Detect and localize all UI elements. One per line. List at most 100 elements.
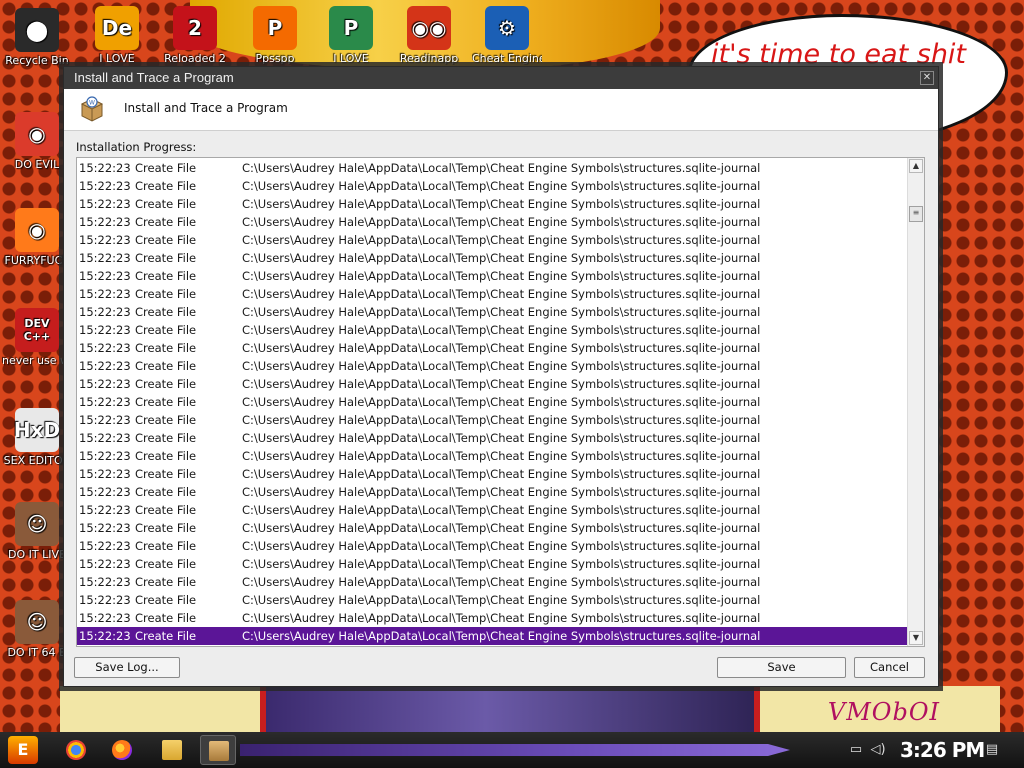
start-button[interactable]: E xyxy=(8,736,38,764)
log-row[interactable]: 15:22:23 Create File C:\Users\Audrey Hale\… xyxy=(77,285,909,303)
close-icon[interactable]: ✕ xyxy=(920,71,934,85)
log-action: Create File xyxy=(135,359,197,373)
log-row[interactable]: 15:22:23 Create File C:\Users\Audrey Hale\… xyxy=(77,357,909,375)
log-time: 15:22:23 xyxy=(79,467,131,481)
log-time: 15:22:23 xyxy=(79,485,131,499)
log-path: C:\Users\Audrey Hale\AppData\Local\Temp\… xyxy=(242,179,761,193)
log-row[interactable]: 15:22:23 Create File C:\Users\Audrey Hale\… xyxy=(77,249,909,267)
log-row[interactable]: 15:22:23 Create File C:\Users\Audrey Hale\… xyxy=(77,231,909,249)
desktop-icon[interactable]: ☺ DO IT LIVE xyxy=(2,502,72,561)
log-time: 15:22:23 xyxy=(79,593,131,607)
log-row[interactable]: 15:22:23 Create File C:\Users\Audrey Hale\… xyxy=(77,429,909,447)
app-icon: De xyxy=(95,6,139,50)
app-icon: HxD xyxy=(14,408,60,452)
log-path: C:\Users\Audrey Hale\AppData\Local\Temp\… xyxy=(242,503,761,517)
log-row[interactable]: 15:22:23 Create File C:\Users\Audrey Hale\… xyxy=(77,501,909,519)
desktop-icon[interactable]: De I LOVE xyxy=(82,6,152,65)
desktop-icon[interactable]: ⚙ Cheat Engine xyxy=(472,6,542,65)
app-icon: ☺ xyxy=(15,502,59,546)
installation-log-list[interactable]: 15:22:23 Create File C:\Users\Audrey Hale\… xyxy=(76,157,925,647)
desktop-icon[interactable]: ☺ DO IT 64 B xyxy=(2,600,72,659)
log-row[interactable]: 15:22:23 Create File C:\Users\Audrey Hale\… xyxy=(77,465,909,483)
log-path: C:\Users\Audrey Hale\AppData\Local\Temp\… xyxy=(242,377,761,391)
log-row[interactable]: 15:22:23 Create File C:\Users\Audrey Hale\… xyxy=(77,483,909,501)
log-time: 15:22:23 xyxy=(79,233,131,247)
log-path: C:\Users\Audrey Hale\AppData\Local\Temp\… xyxy=(242,593,761,607)
desktop-icon[interactable]: HxD SEX EDITOR xyxy=(2,408,72,467)
log-action: Create File xyxy=(135,341,197,355)
log-row[interactable]: 15:22:23 Create File C:\Users\Audrey Hale\… xyxy=(77,303,909,321)
log-action: Create File xyxy=(135,503,197,517)
log-row[interactable]: 15:22:23 Create File C:\Users\Audrey Hale\… xyxy=(77,573,909,591)
desktop-icon[interactable]: DEV C++ never use why is it ... xyxy=(2,308,72,367)
taskbar-chrome[interactable] xyxy=(58,735,94,765)
volume-icon[interactable]: ◁) xyxy=(870,742,886,758)
log-path: C:\Users\Audrey Hale\AppData\Local\Temp\… xyxy=(242,359,761,373)
scroll-thumb[interactable]: ≡ xyxy=(909,206,923,222)
taskbar-install-trace[interactable] xyxy=(200,735,236,765)
log-scrollbar[interactable]: ▲ ≡ ▼ xyxy=(907,158,924,646)
log-row[interactable]: 15:22:23 Create File C:\Users\Audrey Hale\… xyxy=(77,321,909,339)
taskbar-explorer[interactable] xyxy=(154,735,190,765)
log-action: Create File xyxy=(135,593,197,607)
network-icon[interactable]: ▭ xyxy=(848,742,864,758)
log-path: C:\Users\Audrey Hale\AppData\Local\Temp\… xyxy=(242,395,761,409)
log-row[interactable]: 15:22:23 Create File C:\Users\Audrey Hale\… xyxy=(77,177,909,195)
svg-text:W: W xyxy=(89,100,95,107)
scroll-down-icon[interactable]: ▼ xyxy=(909,631,923,645)
log-path: C:\Users\Audrey Hale\AppData\Local\Temp\… xyxy=(242,521,761,535)
log-path: C:\Users\Audrey Hale\AppData\Local\Temp\… xyxy=(242,557,761,571)
log-row[interactable]: 15:22:23 Create File C:\Users\Audrey Hale\… xyxy=(77,627,909,645)
desktop-icon-label: Reloaded 2 xyxy=(164,52,226,65)
log-action: Create File xyxy=(135,197,197,211)
log-row[interactable]: 15:22:23 Create File C:\Users\Audrey Hale\… xyxy=(77,393,909,411)
app-icon: ◉ xyxy=(15,112,59,156)
log-row[interactable]: 15:22:23 Create File C:\Users\Audrey Hale\… xyxy=(77,609,909,627)
dialog-titlebar[interactable]: Install and Trace a Program ✕ xyxy=(64,67,938,89)
log-time: 15:22:23 xyxy=(79,413,131,427)
log-row[interactable]: 15:22:23 Create File C:\Users\Audrey Hale\… xyxy=(77,447,909,465)
save-log-button[interactable]: Save Log... xyxy=(74,657,180,678)
log-row[interactable]: 15:22:23 Create File C:\Users\Audrey Hale\… xyxy=(77,411,909,429)
log-path: C:\Users\Audrey Hale\AppData\Local\Temp\… xyxy=(242,629,761,643)
log-time: 15:22:23 xyxy=(79,359,131,373)
taskbar-clock[interactable]: 3:26 PM xyxy=(900,738,985,762)
log-row[interactable]: 15:22:23 Create File C:\Users\Audrey Hale\… xyxy=(77,339,909,357)
app-icon: ⚙ xyxy=(485,6,529,50)
desktop-icon-label: FURRYFUCK xyxy=(4,254,70,267)
log-path: C:\Users\Audrey Hale\AppData\Local\Temp\… xyxy=(242,287,761,301)
desktop-icon[interactable]: ◉ FURRYFUCK xyxy=(2,208,72,267)
log-row[interactable]: 15:22:23 Create File C:\Users\Audrey Hale\… xyxy=(77,159,909,177)
log-row[interactable]: 15:22:23 Create File C:\Users\Audrey Hale\… xyxy=(77,267,909,285)
desktop-icon[interactable]: 2 Reloaded 2 xyxy=(160,6,230,65)
log-row[interactable]: 15:22:23 Create File C:\Users\Audrey Hale\… xyxy=(77,591,909,609)
taskbar-firefox[interactable] xyxy=(104,735,140,765)
chrome-icon xyxy=(66,740,86,760)
log-time: 15:22:23 xyxy=(79,503,131,517)
dialog-title: Install and Trace a Program xyxy=(74,70,234,85)
log-time: 15:22:23 xyxy=(79,395,131,409)
log-row[interactable]: 15:22:23 Create File C:\Users\Audrey Hale\… xyxy=(77,537,909,555)
save-button[interactable]: Save xyxy=(717,657,846,678)
log-action: Create File xyxy=(135,233,197,247)
log-row[interactable]: 15:22:23 Create File C:\Users\Audrey Hale\… xyxy=(77,555,909,573)
taskbar: E ▭ ◁) 3:26 PM ▤ xyxy=(0,732,1024,768)
log-row[interactable]: 15:22:23 Create File C:\Users\Audrey Hale\… xyxy=(77,213,909,231)
log-time: 15:22:23 xyxy=(79,557,131,571)
taskbar-decor xyxy=(240,744,790,756)
log-action: Create File xyxy=(135,395,197,409)
log-row[interactable]: 15:22:23 Create File C:\Users\Audrey Hale\… xyxy=(77,375,909,393)
desktop-icon[interactable]: ◉ DO EVIL xyxy=(2,112,72,171)
log-row[interactable]: 15:22:23 Create File C:\Users\Audrey Hale\… xyxy=(77,519,909,537)
log-row[interactable]: 15:22:23 Create File C:\Users\Audrey Hale\… xyxy=(77,195,909,213)
install-trace-dialog: Install and Trace a Program ✕ W Install … xyxy=(63,66,939,687)
desktop-icon[interactable]: ⬤ Recycle Bin xyxy=(2,8,72,67)
log-path: C:\Users\Audrey Hale\AppData\Local\Temp\… xyxy=(242,413,761,427)
notification-icon[interactable]: ▤ xyxy=(984,742,1000,758)
log-path: C:\Users\Audrey Hale\AppData\Local\Temp\… xyxy=(242,215,761,229)
cancel-button[interactable]: Cancel xyxy=(854,657,925,678)
desktop-icon[interactable]: P Ppsspp xyxy=(240,6,310,65)
scroll-up-icon[interactable]: ▲ xyxy=(909,159,923,173)
desktop-icon[interactable]: P I LOVE xyxy=(316,6,386,65)
desktop-icon[interactable]: ◉◉ Readinapp xyxy=(394,6,464,65)
